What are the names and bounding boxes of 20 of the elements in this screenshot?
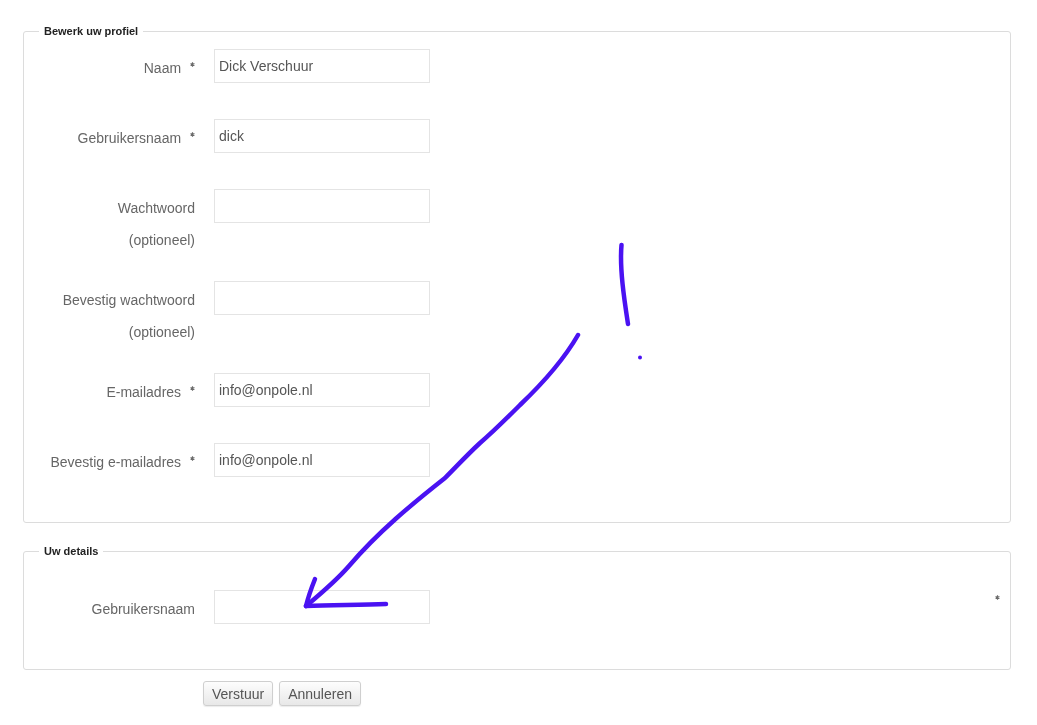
field-label: Bevestig e-mailadres [50,454,182,470]
text-field[interactable] [214,590,430,624]
field-hint: (optioneel) [127,231,195,250]
field-label: Gebruikersnaam [77,130,182,146]
text-field[interactable]: dick [214,119,430,153]
field-label: Wachtwoord [117,200,195,216]
field-label: Gebruikersnaam [91,601,195,617]
text-field[interactable]: info@onpole.nl [214,373,430,407]
section-legend: Bewerk uw profiel [39,24,144,38]
text-field[interactable] [214,189,430,223]
field-label: Bevestig wachtwoord [62,292,195,308]
text-field[interactable]: info@onpole.nl [214,443,430,477]
form-button[interactable]: Annuleren [279,681,361,706]
text-field[interactable] [214,281,430,315]
field-label: E-mailadres [106,384,182,400]
section-legend: Uw details [39,544,104,558]
field-hint: (optioneel) [127,323,195,342]
field-label: Naam [143,60,182,76]
form-button[interactable]: Verstuur [203,681,274,706]
text-field[interactable]: Dick Verschuur [214,49,430,83]
